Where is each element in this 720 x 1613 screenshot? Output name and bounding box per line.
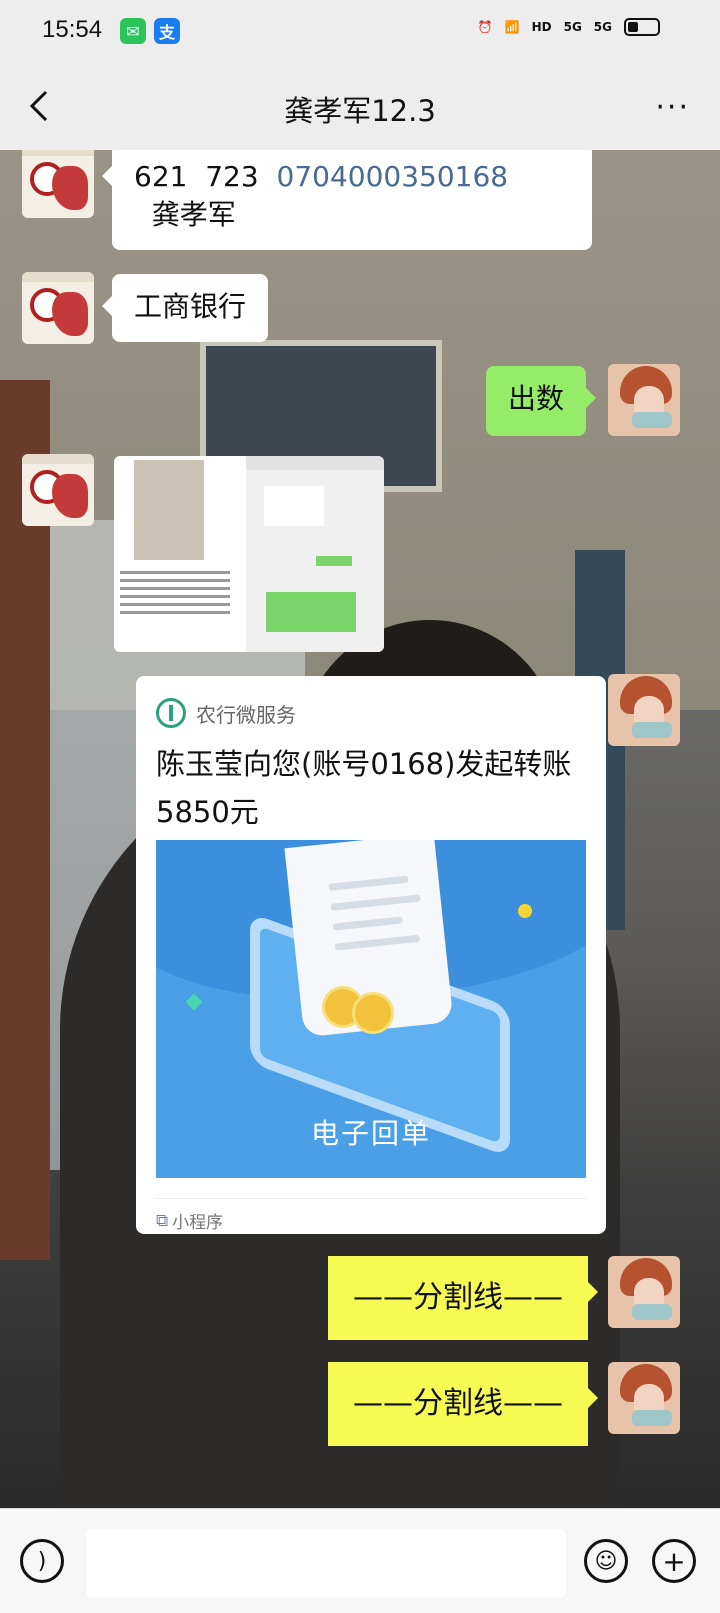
signal-5g-2: 5G xyxy=(593,20,612,34)
alipay-icon: 支 xyxy=(154,18,180,44)
wechat-icon: ✉ xyxy=(120,18,146,44)
avatar-contact[interactable] xyxy=(22,150,94,218)
mini-program-icon: ⧉ xyxy=(156,1210,169,1231)
avatar-self[interactable] xyxy=(608,674,680,746)
plus-icon[interactable]: + xyxy=(652,1539,696,1583)
avatar-contact[interactable] xyxy=(22,454,94,526)
card-brand: 农行微服务 xyxy=(156,698,296,728)
avatar-self[interactable] xyxy=(608,1362,680,1434)
card-footer-label: 小程序 xyxy=(172,1213,224,1233)
signal-5g-1: 5G xyxy=(563,20,582,34)
wifi-icon: 📶 xyxy=(504,20,520,34)
hd-indicator: HD xyxy=(531,20,552,34)
message-text: 工商银行 xyxy=(134,290,247,323)
status-indicators: ⏰ 📶 HD 5G 5G xyxy=(478,18,660,36)
voice-icon[interactable]: ) xyxy=(20,1539,64,1583)
message-text: 出数 xyxy=(508,382,565,415)
receipt-illustration: 电子回单 xyxy=(156,840,586,1178)
message-bubble[interactable]: 工商银行 xyxy=(101,274,269,342)
message-text: ——分割线—— xyxy=(353,1280,563,1315)
avatar-self[interactable] xyxy=(608,1256,680,1328)
emoji-icon[interactable]: ☺ xyxy=(584,1539,628,1583)
alarm-icon: ⏰ xyxy=(477,20,493,34)
image-message[interactable] xyxy=(114,456,384,652)
input-bar: ) ☺ + xyxy=(0,1508,720,1613)
message-input[interactable] xyxy=(86,1529,566,1597)
avatar-self[interactable] xyxy=(608,364,680,436)
mini-program-card[interactable]: 农行微服务 陈玉莹向您(账号0168)发起转账5850元 电子回单 ⧉ 小程序 xyxy=(136,676,606,1234)
card-image-caption: 电子回单 xyxy=(310,1117,431,1150)
chat-header: 龚孝军12.3 ··· xyxy=(0,64,720,150)
card-title: 陈玉莹向您(账号0168)发起转账5850元 xyxy=(156,747,572,829)
message-bubble[interactable]: 621 723 0704000350168 龚孝军 xyxy=(102,150,592,250)
status-bar: 15:54 ✉ 支 ⏰ 📶 HD 5G 5G xyxy=(0,0,720,64)
chat-area[interactable]: 621 723 0704000350168 龚孝军 工商银行 出数 农行微服务 … xyxy=(0,150,720,1508)
message-text: 621 723 xyxy=(134,160,277,193)
more-icon[interactable]: ··· xyxy=(655,90,690,125)
battery-icon xyxy=(624,18,660,36)
card-brand-name: 农行微服务 xyxy=(196,702,296,727)
message-bubble-self[interactable]: ——分割线—— xyxy=(328,1362,598,1446)
card-divider xyxy=(156,1198,586,1199)
card-footer: ⧉ 小程序 xyxy=(156,1208,224,1234)
chat-title: 龚孝军12.3 xyxy=(284,94,436,128)
message-bubble-self[interactable]: 出数 xyxy=(486,366,597,436)
avatar-contact[interactable] xyxy=(22,272,94,344)
account-number[interactable]: 0704000350168 xyxy=(277,160,509,193)
message-text: 龚孝军 xyxy=(134,198,236,231)
abc-bank-icon xyxy=(156,698,186,728)
message-text: ——分割线—— xyxy=(353,1386,563,1421)
status-time: 15:54 xyxy=(42,16,103,43)
message-bubble-self[interactable]: ——分割线—— xyxy=(328,1256,598,1340)
